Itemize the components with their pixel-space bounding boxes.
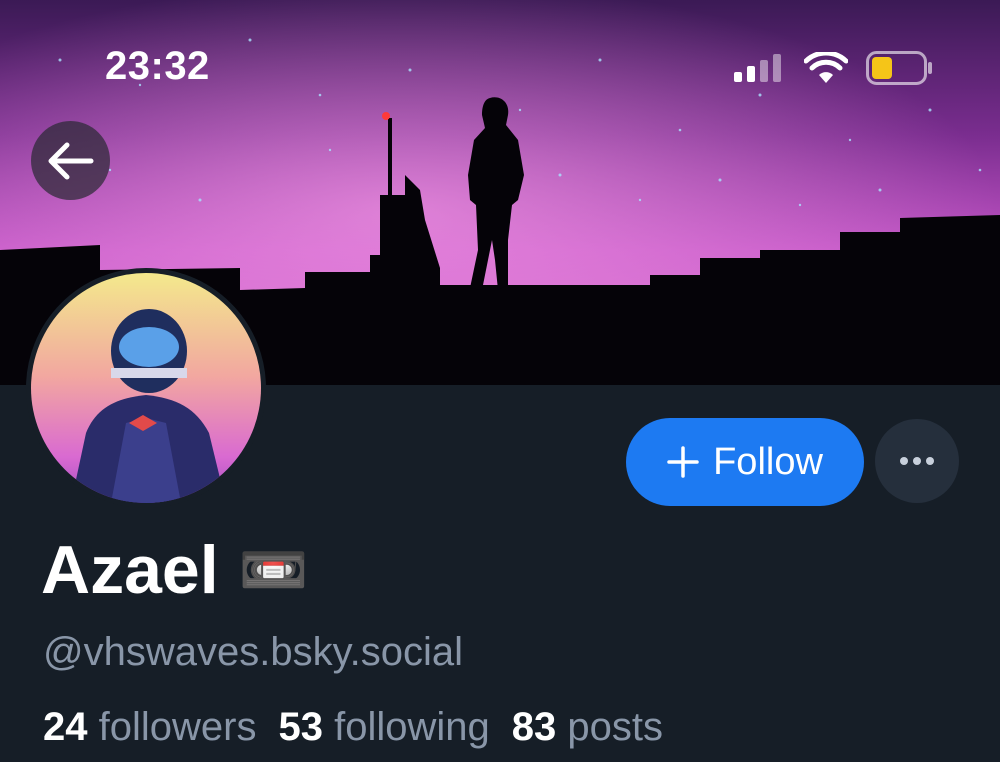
back-button[interactable] [31,121,110,200]
battery-icon [866,51,932,85]
followers-label: followers [98,705,257,749]
posts-count: 83 [511,705,557,749]
following-count: 53 [278,705,323,749]
followers-stat[interactable]: 24 followers [43,705,256,750]
profile-handle: @vhswaves.bsky.social [43,630,463,674]
avatar[interactable] [26,268,266,508]
posts-stat: 83 posts [512,705,663,750]
follow-button[interactable]: Follow [626,418,864,506]
more-options-button[interactable] [875,419,959,503]
wifi-icon [804,52,848,83]
plus-icon [667,446,699,478]
following-label: following [334,705,490,749]
posts-label: posts [567,705,663,749]
status-icons [734,48,934,88]
display-name: Azael 📼 [41,536,308,604]
ellipsis-icon [900,457,934,465]
cellular-signal-icon [734,54,781,82]
status-time: 23:32 [105,44,210,88]
followers-count: 24 [43,705,88,749]
following-stat[interactable]: 53 following [278,705,489,750]
display-name-text: Azael [41,532,219,608]
videocassette-icon: 📼 [238,538,309,601]
arrow-left-icon [48,142,93,179]
avatar-image [31,273,261,503]
follow-label: Follow [713,440,823,483]
profile-stats: 24 followers 53 following 83 posts [43,705,663,750]
